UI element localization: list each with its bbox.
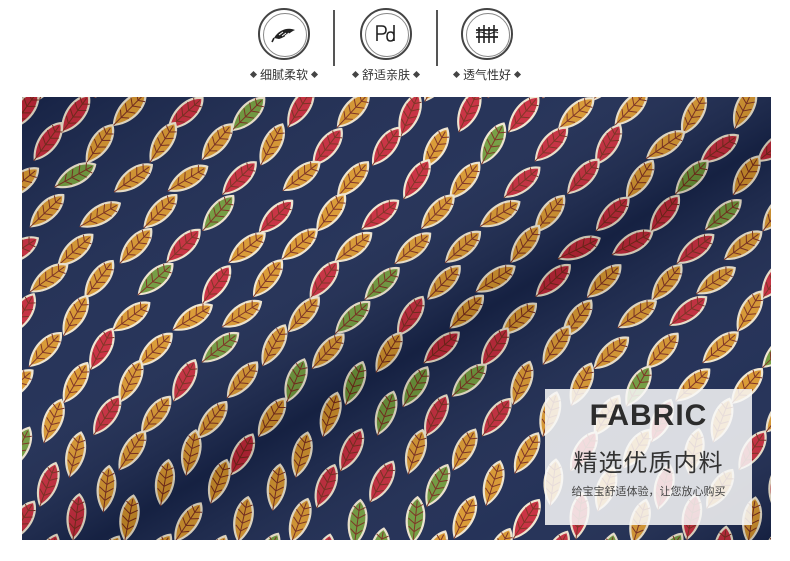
fabric-subtitle: 给宝宝舒适体验，让您放心购买 [571,485,726,498]
feather-icon [258,8,310,60]
feature-label: 透气性好 [462,68,511,82]
fabric-title-en: FABRIC [589,399,708,432]
feature-icons-row: 细腻柔软 舒适亲肤 透气性好 [0,0,790,96]
feature-comfort: 舒适亲肤 [331,8,441,88]
feature-breathable: 透气性好 [432,8,542,88]
fabric-info-panel: FABRIC 精选优质内料 给宝宝舒适体验，让您放心购买 [545,389,752,525]
feature-label: 细腻柔软 [259,68,308,82]
fence-icon [461,8,513,60]
feature-label: 舒适亲肤 [361,68,410,82]
feature-soft: 细腻柔软 [229,8,339,88]
pd-letters-icon [360,8,412,60]
fabric-title-zh: 精选优质内料 [573,449,724,477]
